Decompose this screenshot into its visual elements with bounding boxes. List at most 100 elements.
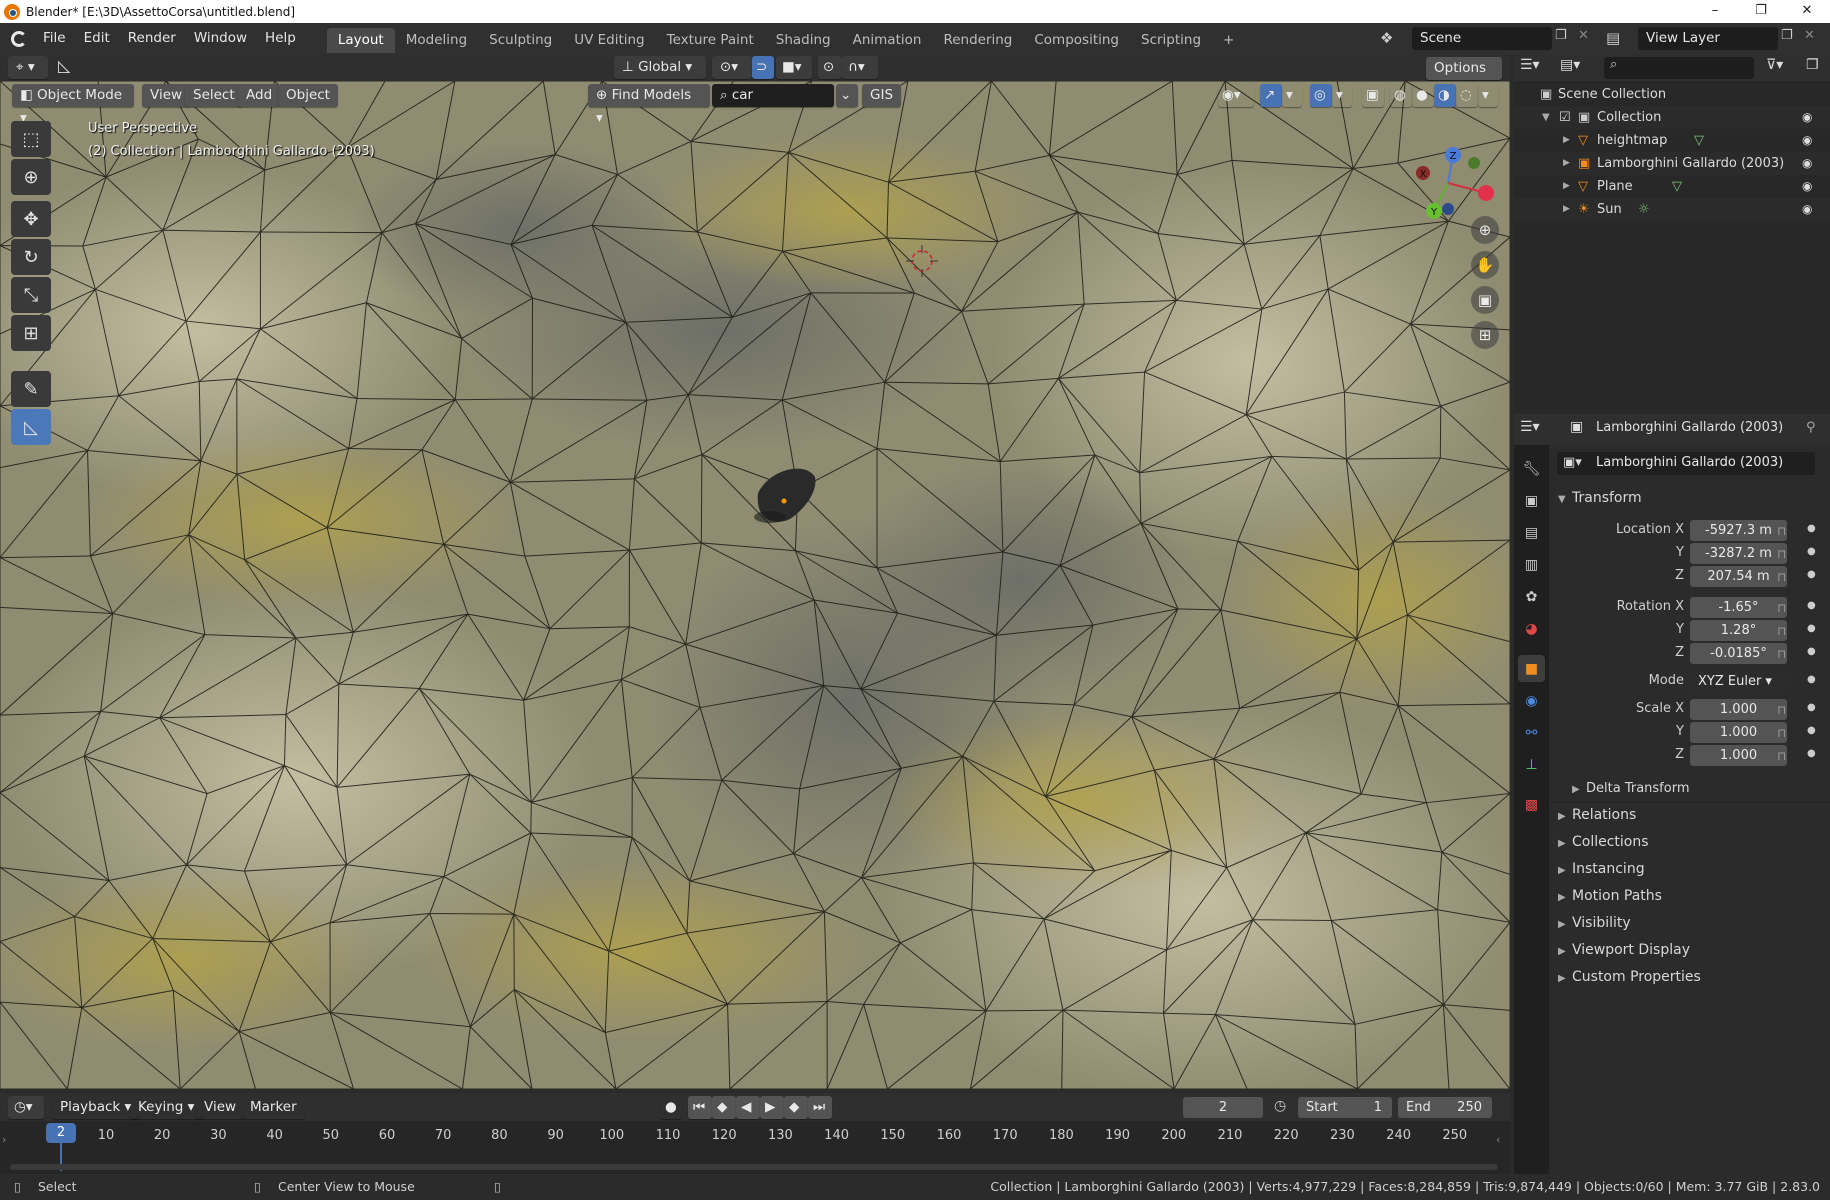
start-frame-field[interactable]: Start 1: [1298, 1097, 1392, 1118]
transform-panel-header[interactable]: ▼ Transform: [1558, 490, 1642, 506]
options-dropdown[interactable]: Options ▾: [1426, 57, 1502, 99]
lock-icon[interactable]: ⊓: [1777, 547, 1786, 561]
tab-rendering[interactable]: Rendering: [932, 28, 1023, 53]
scale-y-field[interactable]: 1.000: [1690, 722, 1787, 743]
next-keyframe-button[interactable]: ◆: [784, 1096, 808, 1119]
outliner-row-lamborghini[interactable]: ▶ ▣ Lamborghini Gallardo (2003) ◉: [1514, 152, 1830, 175]
expand-arrow-icon[interactable]: ▶: [1563, 198, 1570, 221]
keyframe-dot-icon[interactable]: ●: [1807, 523, 1816, 534]
keyframe-dot-icon[interactable]: ●: [1807, 674, 1816, 685]
checkbox-icon[interactable]: ☑: [1559, 106, 1571, 129]
blender-menu-icon[interactable]: [4, 23, 34, 54]
pin-icon[interactable]: ⚲: [1806, 420, 1816, 435]
menu-render[interactable]: Render: [119, 23, 185, 54]
end-frame-field[interactable]: End 250: [1398, 1097, 1492, 1118]
eye-icon[interactable]: ◉: [1802, 133, 1816, 147]
keyframe-dot-icon[interactable]: ●: [1807, 546, 1816, 557]
editor-type-button[interactable]: ⌖ ▾: [8, 56, 48, 79]
outliner-row-scene-collection[interactable]: ▣ Scene Collection: [1514, 83, 1830, 106]
play-reverse-button[interactable]: ◀: [736, 1096, 760, 1119]
timeline-editor-type-button[interactable]: ◷▾: [8, 1096, 44, 1119]
measure-tool[interactable]: ◺: [11, 409, 51, 445]
minimize-button[interactable]: –: [1692, 0, 1738, 23]
lock-icon[interactable]: ⊓: [1777, 601, 1786, 615]
scale-tool[interactable]: ⤡: [11, 277, 51, 313]
tab-sculpting[interactable]: Sculpting: [478, 28, 563, 53]
object-data-tab-axes-icon[interactable]: ⊥: [1518, 751, 1545, 778]
camera-view-button[interactable]: ▣: [1471, 286, 1499, 314]
add-workspace-button[interactable]: +: [1212, 28, 1245, 53]
overlays-toggle[interactable]: ◎: [1310, 84, 1332, 107]
transform-orientation-dropdown[interactable]: ⊥ Global ▾: [614, 56, 706, 79]
rotation-z-field[interactable]: -0.0185°: [1690, 643, 1787, 664]
menu-file[interactable]: File: [34, 23, 75, 54]
model-search-input[interactable]: ⌕ car: [712, 84, 834, 107]
output-tab-printer-icon[interactable]: ▤: [1518, 519, 1545, 546]
view-layer-selector[interactable]: View Layer: [1638, 27, 1778, 50]
lock-icon[interactable]: ⊓: [1777, 703, 1786, 717]
tab-animation[interactable]: Animation: [842, 28, 933, 53]
constraints-tab-icon[interactable]: ⚯: [1518, 719, 1545, 746]
location-x-field[interactable]: -5927.3 m: [1690, 520, 1787, 541]
pan-button[interactable]: ✋: [1471, 251, 1499, 279]
keyframe-dot-icon[interactable]: ●: [1807, 748, 1816, 759]
gizmo-toggle[interactable]: ↗: [1260, 84, 1282, 107]
marker-menu[interactable]: Marker: [242, 1096, 305, 1119]
display-mode-icon[interactable]: ▤▾: [1560, 57, 1594, 79]
menu-window[interactable]: Window: [185, 23, 256, 54]
proportional-edit-toggle[interactable]: ⊙: [818, 56, 842, 79]
tab-modeling[interactable]: Modeling: [395, 28, 478, 53]
view-layer-icon[interactable]: ▤: [1606, 26, 1632, 51]
expand-arrow-icon[interactable]: ▶: [1563, 129, 1570, 152]
xray-toggle[interactable]: ▣: [1362, 84, 1384, 107]
gizmo-x-axis[interactable]: [1478, 185, 1494, 201]
menu-view[interactable]: View: [142, 84, 191, 107]
lock-icon[interactable]: ⊓: [1777, 647, 1786, 661]
expand-arrow-icon[interactable]: ▶: [1563, 152, 1570, 175]
outliner-row-collection[interactable]: ▼ ☑ ▣ Collection ◉: [1514, 106, 1830, 129]
gizmo-neg-z-axis[interactable]: [1442, 203, 1454, 215]
tab-uv-editing[interactable]: UV Editing: [563, 28, 655, 53]
outliner-editor-type-icon[interactable]: ☰▾: [1520, 57, 1554, 79]
tab-compositing[interactable]: Compositing: [1023, 28, 1130, 53]
eye-icon[interactable]: ◉: [1802, 179, 1816, 193]
menu-object[interactable]: Object: [278, 84, 338, 107]
scroll-right-icon[interactable]: ‹: [1496, 1133, 1500, 1146]
keying-menu[interactable]: Keying ▾: [130, 1096, 202, 1119]
texture-tab-checker-icon[interactable]: ▩: [1518, 791, 1545, 818]
pivot-point-dropdown[interactable]: ⊙▾: [712, 56, 752, 79]
mode-dropdown[interactable]: ◧ Object Mode ▾: [12, 84, 134, 126]
rotation-x-field[interactable]: -1.65°: [1690, 597, 1787, 618]
maximize-button[interactable]: ❐: [1738, 0, 1784, 23]
keyframe-dot-icon[interactable]: ●: [1807, 702, 1816, 713]
outliner-row-sun[interactable]: ▶ ☀ Sun ☼ ◉: [1514, 198, 1830, 221]
3d-viewport[interactable]: ◧ Object Mode ▾ View Select Add Object ⊕…: [0, 81, 1510, 1089]
rotation-y-field[interactable]: 1.28°: [1690, 620, 1787, 641]
gizmo-neg-y-axis[interactable]: [1468, 157, 1480, 169]
jump-start-button[interactable]: ⏮: [688, 1096, 712, 1119]
gis-menu[interactable]: GIS: [862, 84, 902, 107]
outliner-search-input[interactable]: ⌕: [1604, 57, 1754, 79]
scale-z-field[interactable]: 1.000: [1690, 745, 1787, 766]
render-tab-camera-icon[interactable]: ▣: [1518, 487, 1545, 514]
gizmo-dropdown[interactable]: ▾: [1282, 84, 1302, 107]
find-models-dropdown[interactable]: ⊕ Find Models ▾: [588, 84, 710, 126]
wireframe-shading-button[interactable]: ◍: [1390, 84, 1412, 107]
timeline-scrollbar[interactable]: [10, 1164, 1498, 1170]
perspective-toggle-button[interactable]: ⊞: [1471, 321, 1499, 349]
lock-icon[interactable]: ⊓: [1777, 570, 1786, 584]
snap-target-dropdown[interactable]: ■▾: [776, 56, 812, 79]
eye-icon[interactable]: ◉: [1802, 202, 1816, 216]
record-button[interactable]: ●: [660, 1096, 682, 1119]
close-button[interactable]: ✕: [1784, 0, 1830, 23]
expand-arrow-icon[interactable]: ▼: [1542, 106, 1550, 129]
relations-panel-header[interactable]: ▶ Relations: [1558, 807, 1636, 823]
instancing-panel-header[interactable]: ▶ Instancing: [1558, 861, 1645, 877]
visibility-dropdown[interactable]: ◉▾: [1218, 84, 1254, 107]
keyframe-dot-icon[interactable]: ●: [1807, 623, 1816, 634]
playback-menu[interactable]: Playback ▾: [52, 1096, 139, 1119]
annotate-tool[interactable]: ✎: [11, 371, 51, 407]
viewport-display-panel-header[interactable]: ▶ Viewport Display: [1558, 942, 1690, 958]
current-frame-field[interactable]: 2: [1183, 1097, 1263, 1118]
tab-shading[interactable]: Shading: [765, 28, 842, 53]
